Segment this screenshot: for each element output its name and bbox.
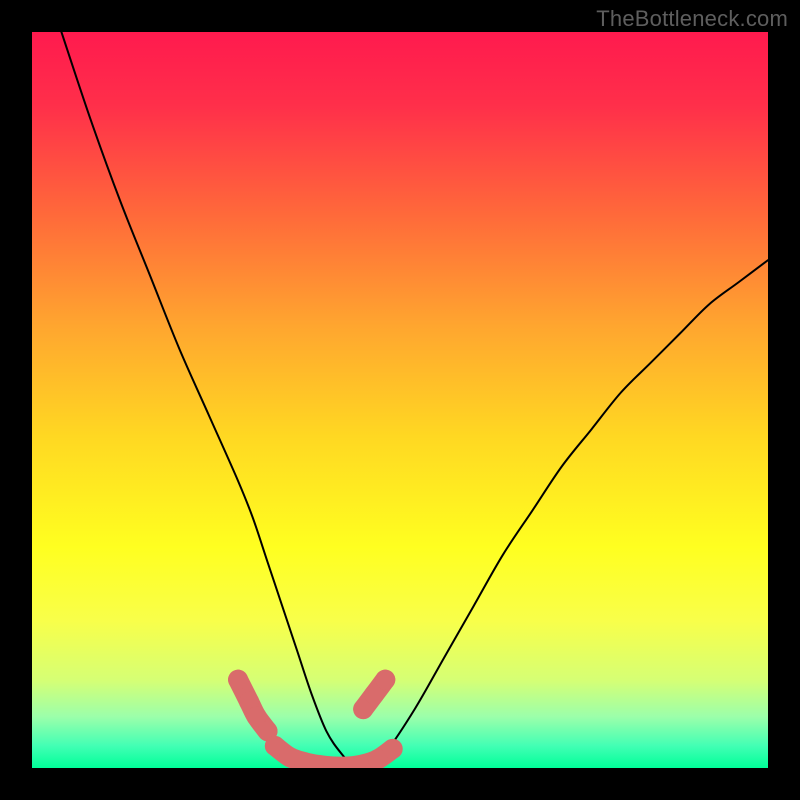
highlight-dot [375,670,395,690]
highlight-dot [383,739,403,759]
plot-area [32,32,768,768]
watermark-text: TheBottleneck.com [596,6,788,32]
bottleneck-chart [32,32,768,768]
gradient-background [32,32,768,768]
highlight-dot [228,670,248,690]
chart-frame: TheBottleneck.com [0,0,800,800]
